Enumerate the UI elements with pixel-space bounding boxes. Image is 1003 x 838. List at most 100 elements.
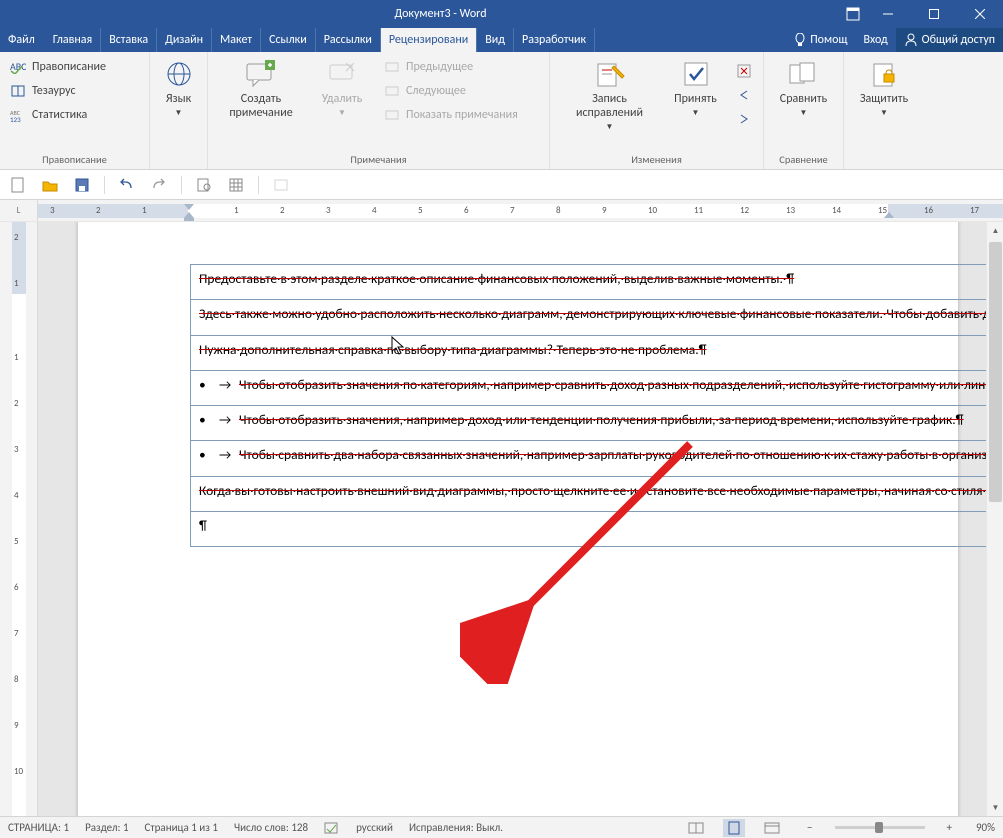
zoom-in-button[interactable]: + xyxy=(947,821,952,834)
zoom-slider[interactable] xyxy=(835,826,925,829)
zoom-out-button[interactable]: − xyxy=(807,821,812,834)
spelling-button[interactable]: ABC Правописание xyxy=(6,56,110,78)
book-icon xyxy=(10,83,26,99)
web-layout-button[interactable] xyxy=(761,819,783,837)
paragraph[interactable]: ¶ xyxy=(199,516,986,536)
word-count-indicator[interactable]: Число слов: 128 xyxy=(234,821,308,834)
check-icon: ABC xyxy=(10,59,26,75)
zoom-knob[interactable] xyxy=(875,822,883,833)
comment-x-icon xyxy=(326,58,358,90)
comment-next-icon xyxy=(384,83,400,99)
accept-button[interactable]: Принять ▼ xyxy=(664,56,728,118)
tab-design[interactable]: Дизайн xyxy=(157,28,212,52)
horizontal-ruler[interactable]: L 3211234567891011121314151617 xyxy=(0,200,1003,222)
tab-review[interactable]: Рецензировани xyxy=(381,28,477,52)
minimize-button[interactable] xyxy=(865,0,911,28)
paragraph[interactable]: •→Чтобы·отобразить·значения,·например·до… xyxy=(199,410,986,430)
pages-indicator[interactable]: Страница 1 из 1 xyxy=(145,821,218,834)
protect-button[interactable]: Защитить ▼ xyxy=(852,56,916,118)
document-title: Документ3 - Word xyxy=(40,7,841,21)
paragraph[interactable]: Предоставьте·в·этом·разделе·краткое·опис… xyxy=(199,269,986,289)
paragraph[interactable]: Здесь·также·можно·удобно·расположить·нес… xyxy=(199,304,986,324)
tab-layout[interactable]: Макет xyxy=(212,28,261,52)
sign-in[interactable]: Вход xyxy=(855,28,895,52)
show-comments-button: Показать примечания xyxy=(380,104,522,126)
redo-button[interactable] xyxy=(149,175,169,195)
page-setup-button[interactable] xyxy=(271,175,291,195)
document-area[interactable]: Предоставьте·в·этом·разделе·краткое·опис… xyxy=(38,222,986,816)
compare-icon xyxy=(788,58,820,90)
group-proofing-label: Правописание xyxy=(0,153,149,169)
prev-icon xyxy=(736,87,752,103)
spelling-status-icon[interactable] xyxy=(324,821,340,835)
reject-icon xyxy=(736,63,752,79)
page-indicator[interactable]: СТРАНИЦА: 1 xyxy=(8,821,69,834)
svg-text:123: 123 xyxy=(10,115,21,122)
save-button[interactable] xyxy=(72,175,92,195)
comment-prev-icon xyxy=(384,59,400,75)
tab-insert[interactable]: Вставка xyxy=(101,28,157,52)
new-comment-button[interactable]: Создать примечание xyxy=(216,56,306,120)
next-comment-button: Следующее xyxy=(380,80,522,102)
delete-comment-button: Удалить ▼ xyxy=(310,56,374,118)
person-icon xyxy=(904,33,918,47)
tab-view[interactable]: Вид xyxy=(477,28,514,52)
vertical-ruler[interactable]: 2112345678910 xyxy=(0,222,38,816)
track-changes-button[interactable]: Запись исправлений ▼ xyxy=(560,56,660,132)
group-compare-label: Сравнение xyxy=(764,153,843,169)
page[interactable]: Предоставьте·в·этом·разделе·краткое·опис… xyxy=(78,222,958,816)
maximize-button[interactable] xyxy=(911,0,957,28)
reject-button[interactable] xyxy=(732,60,756,82)
ribbon-display-options-icon[interactable] xyxy=(841,0,865,28)
tab-developer[interactable]: Разработчик xyxy=(514,28,595,52)
caret-down-icon: ▼ xyxy=(692,108,700,118)
scroll-up-button[interactable]: ▲ xyxy=(987,222,1003,239)
read-mode-button[interactable] xyxy=(685,819,707,837)
tell-me[interactable]: Помощ xyxy=(786,28,855,52)
undo-button[interactable] xyxy=(117,175,137,195)
print-preview-button[interactable] xyxy=(194,175,214,195)
section-indicator[interactable]: Раздел: 1 xyxy=(85,821,128,834)
close-button[interactable] xyxy=(957,0,1003,28)
prev-change-button[interactable] xyxy=(732,84,756,106)
lightbulb-icon xyxy=(794,33,806,47)
status-bar: СТРАНИЦА: 1 Раздел: 1 Страница 1 из 1 Чи… xyxy=(0,816,1003,838)
group-changes-label: Изменения xyxy=(550,153,763,169)
scroll-down-button[interactable]: ▼ xyxy=(987,799,1003,816)
word-count-button[interactable]: ABC123 Статистика xyxy=(6,104,110,126)
paragraph[interactable]: Нужна·дополнительная·справка·по·выбору·т… xyxy=(199,340,986,360)
tab-file[interactable]: Файл xyxy=(0,28,45,52)
tab-selector[interactable]: L xyxy=(0,200,38,221)
paragraph[interactable]: •→Чтобы·отобразить·значения·по·категория… xyxy=(199,375,986,395)
open-file-button[interactable] xyxy=(40,175,60,195)
print-layout-button[interactable] xyxy=(723,819,745,837)
track-changes-indicator[interactable]: Исправления: Выкл. xyxy=(409,821,503,834)
group-comments-label: Примечания xyxy=(208,153,549,169)
vertical-scrollbar[interactable]: ▲ ▼ xyxy=(986,222,1003,816)
prev-comment-button: Предыдущее xyxy=(380,56,522,78)
scroll-thumb[interactable] xyxy=(989,242,1002,502)
next-change-button[interactable] xyxy=(732,108,756,130)
globe-icon xyxy=(163,58,195,90)
show-table-button[interactable] xyxy=(226,175,246,195)
new-file-button[interactable] xyxy=(8,175,28,195)
zoom-level[interactable]: 90% xyxy=(976,821,995,834)
track-changes-icon xyxy=(594,58,626,90)
lock-icon xyxy=(868,58,900,90)
paragraph[interactable]: •→Чтобы·сравнить·два·набора·связанных·зн… xyxy=(199,445,986,465)
tab-references[interactable]: Ссылки xyxy=(261,28,316,52)
compare-button[interactable]: Сравнить ▼ xyxy=(772,56,835,118)
language-button[interactable]: Язык ▼ xyxy=(158,56,199,118)
title-bar: Документ3 - Word xyxy=(0,0,1003,28)
share-button[interactable]: Общий доступ xyxy=(896,28,1003,52)
thesaurus-button[interactable]: Тезаурус xyxy=(6,80,110,102)
accept-icon xyxy=(680,58,712,90)
tab-home[interactable]: Главная xyxy=(45,28,101,52)
next-icon xyxy=(736,111,752,127)
tab-mailings[interactable]: Рассылки xyxy=(316,28,381,52)
document-workspace: 2112345678910 Предоставьте·в·этом·раздел… xyxy=(0,222,1003,816)
comments-icon xyxy=(384,107,400,123)
language-indicator[interactable]: русский xyxy=(356,821,393,834)
paragraph[interactable]: Когда·вы·готовы·настроить·внешний·вид·ди… xyxy=(199,481,986,501)
hanging-indent[interactable] xyxy=(184,200,194,222)
